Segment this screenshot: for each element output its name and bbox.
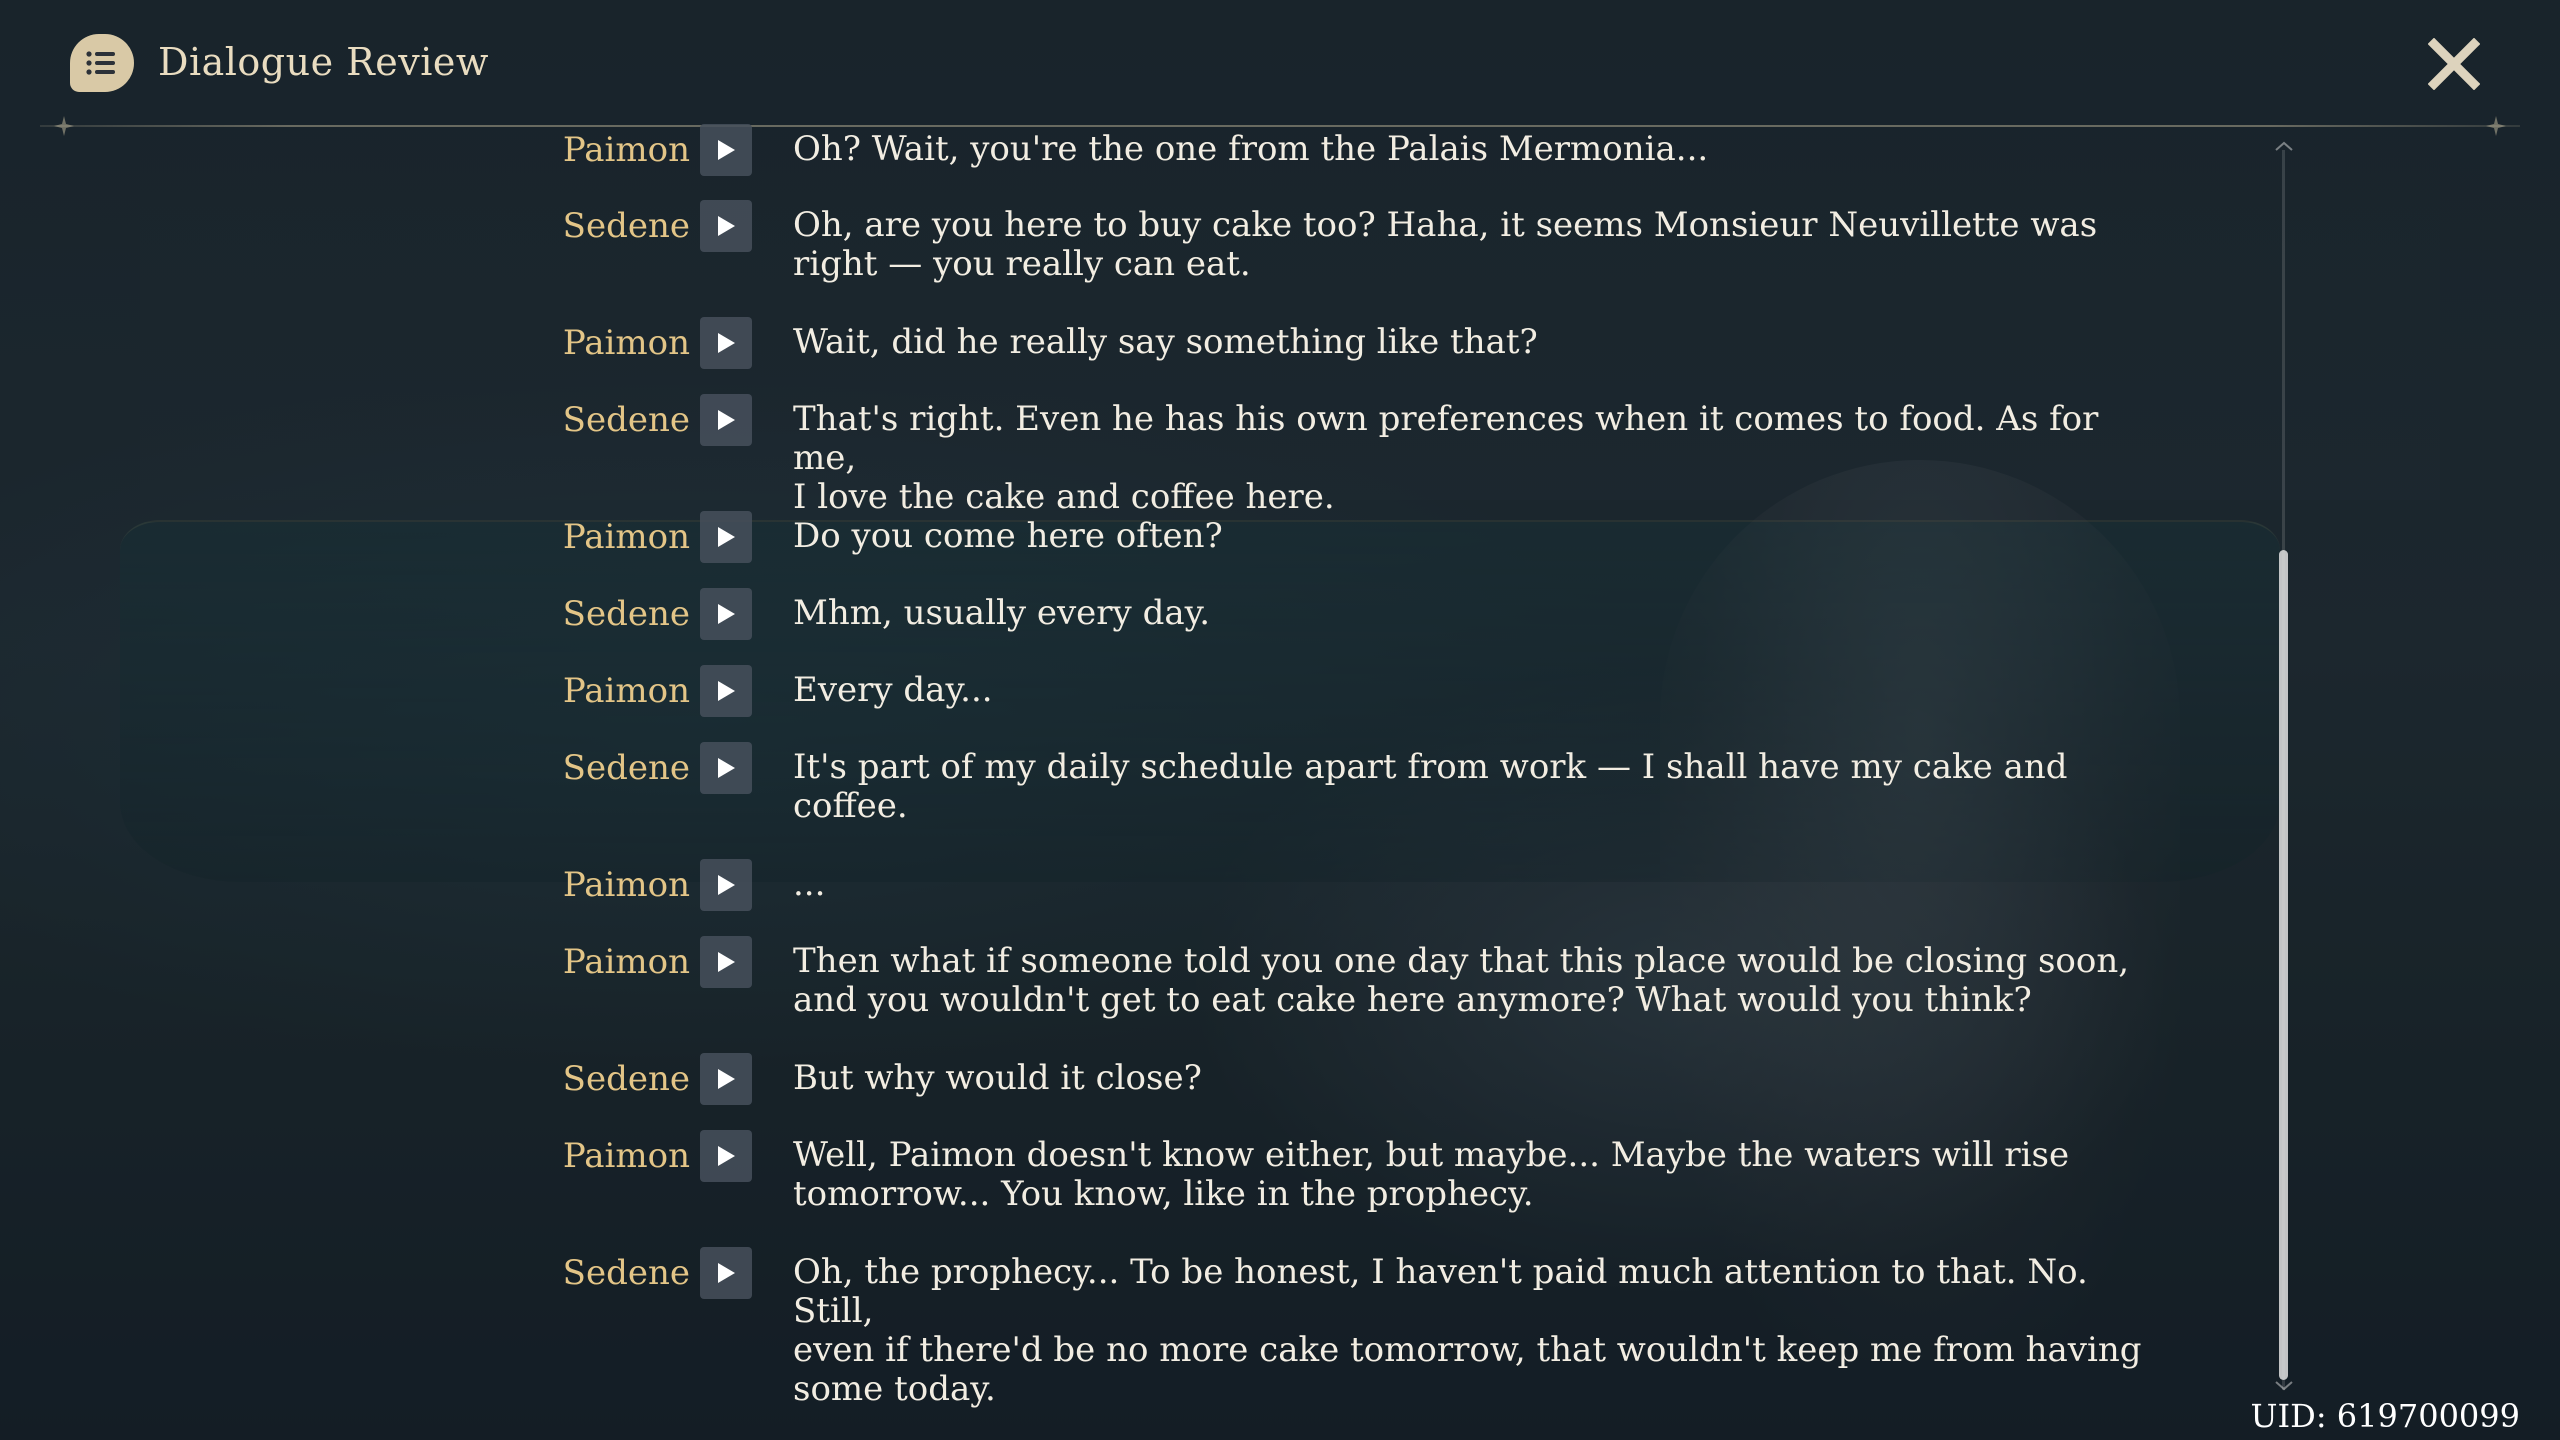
play-icon bbox=[718, 1263, 735, 1283]
speaker-name: Sedene bbox=[562, 1253, 690, 1293]
speaker-name: Sedene bbox=[562, 206, 690, 246]
play-icon bbox=[718, 952, 735, 972]
play-icon bbox=[718, 410, 735, 430]
speaker-name: Sedene bbox=[562, 1059, 690, 1099]
speaker-name: Paimon bbox=[562, 517, 690, 557]
play-voice-button[interactable] bbox=[700, 1053, 752, 1105]
play-icon bbox=[718, 216, 735, 236]
play-voice-button[interactable] bbox=[700, 742, 752, 794]
play-voice-button[interactable] bbox=[700, 317, 752, 369]
dialogue-text: Oh, are you here to buy cake too? Haha, … bbox=[793, 205, 2098, 284]
play-voice-button[interactable] bbox=[700, 859, 752, 911]
play-icon bbox=[718, 875, 735, 895]
play-icon bbox=[718, 1146, 735, 1166]
play-icon bbox=[718, 1069, 735, 1089]
dialogue-text: That's right. Even he has his own prefer… bbox=[793, 399, 2099, 517]
speaker-name: Paimon bbox=[562, 671, 690, 711]
dialogue-text: Wait, did he really say something like t… bbox=[793, 322, 1538, 362]
play-voice-button[interactable] bbox=[700, 511, 752, 563]
dialogue-text: Every day... bbox=[793, 670, 993, 710]
play-icon bbox=[718, 333, 735, 353]
speaker-name: Paimon bbox=[562, 942, 690, 982]
scrollbar-thumb[interactable] bbox=[2279, 550, 2288, 1380]
play-voice-button[interactable] bbox=[700, 124, 752, 176]
uid-label: UID: 619700099 bbox=[2250, 1397, 2520, 1435]
speaker-name: Paimon bbox=[562, 130, 690, 170]
play-icon bbox=[718, 140, 735, 160]
play-voice-button[interactable] bbox=[700, 394, 752, 446]
dialogue-text: Well, Paimon doesn't know either, but ma… bbox=[793, 1135, 2070, 1214]
play-voice-button[interactable] bbox=[700, 1130, 752, 1182]
dialogue-text: Mhm, usually every day. bbox=[793, 593, 1211, 633]
play-voice-button[interactable] bbox=[700, 1247, 752, 1299]
play-voice-button[interactable] bbox=[700, 200, 752, 252]
speaker-name: Sedene bbox=[562, 748, 690, 788]
play-voice-button[interactable] bbox=[700, 665, 752, 717]
play-voice-button[interactable] bbox=[700, 936, 752, 988]
dialogue-text: Do you come here often? bbox=[793, 516, 1223, 556]
dialogue-text: Then what if someone told you one day th… bbox=[793, 941, 2130, 1020]
play-icon bbox=[718, 604, 735, 624]
speaker-name: Paimon bbox=[562, 323, 690, 363]
speaker-name: Paimon bbox=[562, 865, 690, 905]
scroll-down-icon[interactable] bbox=[2274, 1380, 2294, 1392]
dialogue-list: Paimon Oh? Wait, you're the one from the … bbox=[0, 0, 2560, 1440]
dialogue-text: But why would it close? bbox=[793, 1058, 1202, 1098]
speaker-name: Paimon bbox=[562, 1136, 690, 1176]
speaker-name: Sedene bbox=[562, 594, 690, 634]
play-icon bbox=[718, 758, 735, 778]
dialogue-text: Oh, the prophecy... To be honest, I have… bbox=[793, 1252, 2142, 1409]
dialogue-text: Oh? Wait, you're the one from the Palais… bbox=[793, 129, 1709, 169]
scroll-up-icon[interactable] bbox=[2274, 140, 2294, 152]
play-icon bbox=[718, 681, 735, 701]
play-voice-button[interactable] bbox=[700, 588, 752, 640]
dialogue-text: It's part of my daily schedule apart fro… bbox=[793, 747, 2068, 826]
dialogue-text: ... bbox=[793, 864, 826, 904]
play-icon bbox=[718, 527, 735, 547]
speaker-name: Sedene bbox=[562, 400, 690, 440]
